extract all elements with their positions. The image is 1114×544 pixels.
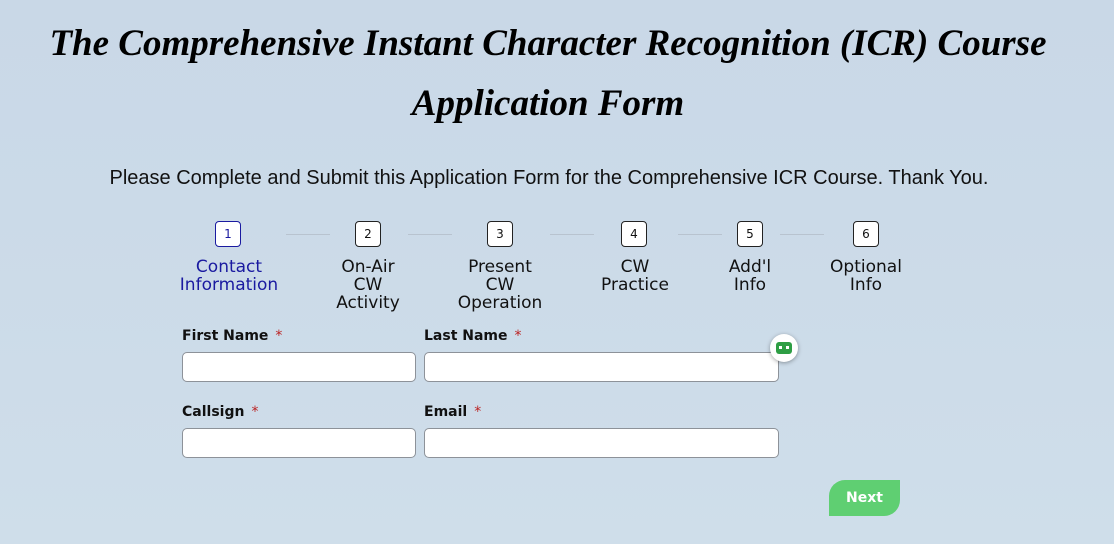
callsign-label: Callsign * <box>182 404 258 420</box>
required-marker: * <box>514 328 522 344</box>
required-marker: * <box>251 404 259 420</box>
page-title-line2: Application Form <box>411 83 685 124</box>
callsign-field[interactable] <box>182 428 416 458</box>
step-connector <box>286 234 330 235</box>
step-2-number[interactable]: 2 <box>355 221 381 247</box>
first-name-field[interactable] <box>182 352 416 382</box>
page-title-line1: The Comprehensive Instant Character Reco… <box>49 23 1047 64</box>
last-name-field[interactable] <box>424 352 779 382</box>
step-connector <box>550 234 594 235</box>
step-connector <box>780 234 824 235</box>
email-label-text: Email <box>424 404 468 420</box>
next-button[interactable]: Next <box>829 480 900 516</box>
first-name-label: First Name * <box>182 328 282 344</box>
step-connector <box>408 234 452 235</box>
password-manager-icon[interactable] <box>770 334 798 362</box>
email-label: Email * <box>424 404 481 420</box>
step-6-label[interactable]: Optional Info <box>821 258 911 294</box>
last-name-label-text: Last Name <box>424 328 508 344</box>
page-title: The Comprehensive Instant Character Reco… <box>0 14 1096 134</box>
step-2-label[interactable]: On-Air CW Activity <box>328 258 408 312</box>
step-3-label[interactable]: Present CW Operation <box>455 258 545 312</box>
required-marker: * <box>275 328 283 344</box>
callsign-label-text: Callsign <box>182 404 245 420</box>
step-1-label[interactable]: Contact Information <box>169 258 289 294</box>
last-name-label: Last Name * <box>424 328 522 344</box>
email-field[interactable] <box>424 428 779 458</box>
page-subtitle: Please Complete and Submit this Applicat… <box>109 167 989 189</box>
step-6-number[interactable]: 6 <box>853 221 879 247</box>
step-4-label[interactable]: CW Practice <box>595 258 675 294</box>
step-4-number[interactable]: 4 <box>621 221 647 247</box>
password-manager-glyph <box>776 342 792 354</box>
step-3-number[interactable]: 3 <box>487 221 513 247</box>
step-1-number[interactable]: 1 <box>215 221 241 247</box>
step-connector <box>678 234 722 235</box>
step-5-number[interactable]: 5 <box>737 221 763 247</box>
step-5-label[interactable]: Add'l Info <box>715 258 785 294</box>
required-marker: * <box>474 404 482 420</box>
first-name-label-text: First Name <box>182 328 269 344</box>
